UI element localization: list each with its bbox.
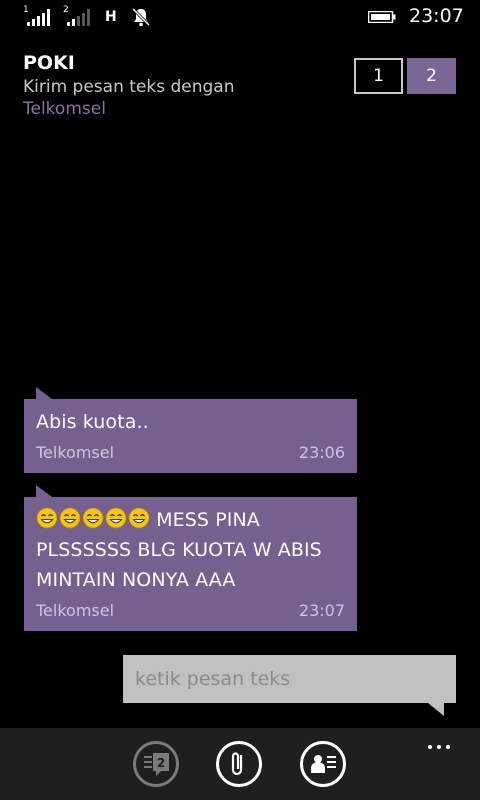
message-text: MESS PINA PLSSSSSS BLG KUOTA W ABIS MINT… [36,505,345,595]
switch-sim-icon: 2 [144,753,169,776]
compose-box[interactable] [123,655,456,716]
more-icon[interactable] [428,734,458,749]
battery-icon [368,11,396,23]
switch-sim-button[interactable]: 2 [133,741,179,787]
smiling-face-icon [59,507,81,529]
message-bubble[interactable]: Abis kuota.. Telkomsel 23:06 [24,387,357,473]
message-carrier: Telkomsel [36,601,115,620]
quiet-hours-icon [131,7,151,27]
emoji-group [36,507,150,529]
message-time: 23:06 [298,443,345,462]
send-via-label: Kirim pesan teks dengan [23,77,235,97]
smiling-face-icon [36,507,58,529]
smiling-face-icon [128,507,150,529]
sim-1-button[interactable]: 1 [354,58,403,94]
message-meta: Telkomsel 23:07 [36,601,345,620]
status-bar: 1 2 H 23:07 [0,0,480,36]
signal-icon: 1 [23,6,55,28]
network-type: H [105,9,117,25]
message-time: 23:07 [298,601,345,620]
contact-card-button[interactable] [300,741,346,787]
smiling-face-icon [82,507,104,529]
attach-icon [231,752,243,776]
sim-badge: 2 [157,756,165,770]
message-text: Abis kuota.. [36,411,149,433]
message-meta: Telkomsel 23:06 [36,443,345,462]
attach-button[interactable] [216,741,262,787]
message-bubble[interactable]: MESS PINA PLSSSSSS BLG KUOTA W ABIS MINT… [24,485,357,631]
conversation-header: POKI Kirim pesan teks dengan Telkomsel [23,52,363,120]
app-bar: 2 [0,728,480,800]
contact-name: POKI [23,52,75,74]
clock: 23:07 [409,5,464,27]
contact-card-icon [311,755,336,773]
signal-icon: 2 [63,6,95,28]
send-via-carrier[interactable]: Telkomsel [23,98,363,120]
smiling-face-icon [105,507,127,529]
message-carrier: Telkomsel [36,443,115,462]
sim-2-button[interactable]: 2 [407,58,456,94]
message-input[interactable] [123,655,456,703]
